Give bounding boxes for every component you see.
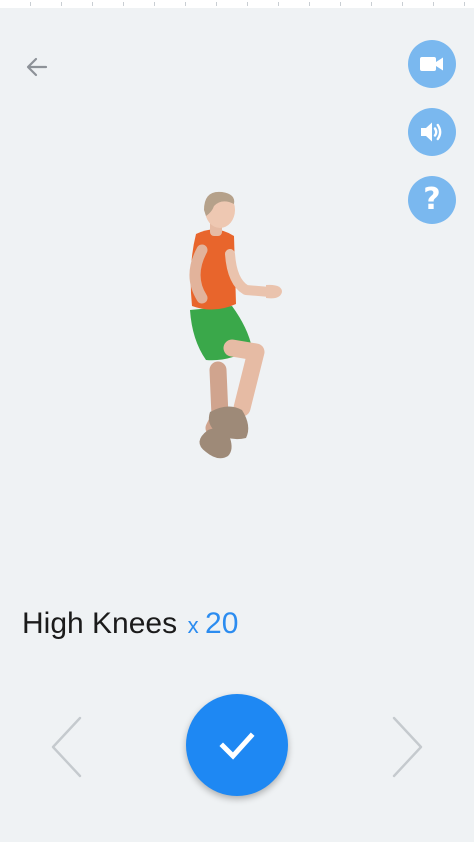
exercise-screen: ? High Knees x 20 bbox=[0, 0, 474, 842]
rep-multiplier: x bbox=[187, 613, 199, 638]
rep-count: 20 bbox=[205, 607, 239, 640]
exercise-name: High Knees bbox=[22, 607, 178, 640]
video-button[interactable] bbox=[408, 40, 456, 88]
done-button[interactable] bbox=[186, 694, 288, 796]
high-knees-exercise-figure bbox=[189, 191, 282, 459]
sound-button[interactable] bbox=[408, 108, 456, 156]
next-exercise-button[interactable] bbox=[384, 712, 430, 782]
exercise-title: High Knees x 20 bbox=[22, 606, 238, 647]
video-camera-icon bbox=[420, 57, 443, 71]
question-mark-icon: ? bbox=[423, 182, 441, 217]
status-bar bbox=[0, 0, 474, 8]
help-button[interactable]: ? bbox=[408, 176, 456, 224]
chevron-right-icon bbox=[392, 716, 423, 778]
checkmark-icon bbox=[219, 732, 255, 760]
speaker-volume-icon bbox=[421, 122, 442, 142]
previous-exercise-button[interactable] bbox=[44, 712, 90, 782]
arrow-left-icon bbox=[26, 57, 48, 77]
status-bar-ticks bbox=[0, 2, 474, 6]
chevron-left-icon bbox=[51, 716, 82, 778]
back-button[interactable] bbox=[18, 48, 56, 86]
